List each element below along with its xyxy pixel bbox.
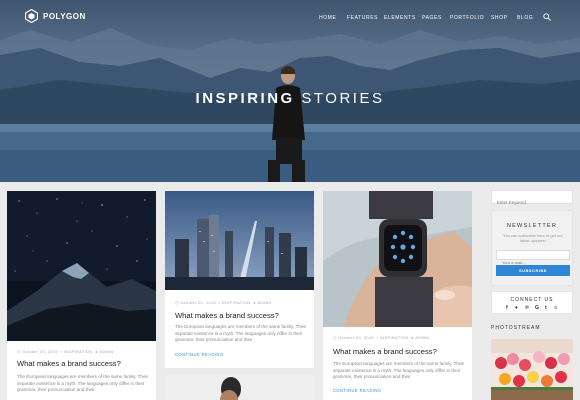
post-excerpt: The European languages are members of th… (333, 361, 465, 380)
keyword-search-input[interactable] (492, 196, 572, 209)
nav-shop[interactable]: SHOP (491, 15, 508, 21)
nav-pages[interactable]: PAGES (422, 15, 442, 21)
post-author[interactable]: ADMIN (415, 335, 429, 340)
calendar-icon: ◷ (17, 349, 21, 354)
nav-portfolio[interactable]: PORTFOLIO (450, 15, 484, 21)
post-meta: ◷ October 20, 2015 ▪ INSPIRATION ● ADMIN (333, 335, 430, 340)
folder-icon: ▪ (218, 300, 221, 305)
post-card (165, 375, 314, 400)
post-image-city-skyline[interactable] (165, 191, 314, 290)
calendar-icon: ◷ (175, 300, 179, 305)
nav-features[interactable]: FEATURES (347, 15, 378, 21)
post-author[interactable]: ADMIN (257, 300, 271, 305)
folder-icon: ▪ (60, 349, 63, 354)
post-meta: ◷ October 20, 2015 ▪ INSPIRATION ● ADMIN (17, 349, 114, 354)
subscribe-button[interactable]: SUBSCRIBE (496, 265, 570, 276)
post-image-night-sky[interactable] (7, 191, 156, 341)
newsletter-title: NEWSLETTER (506, 223, 558, 229)
post-excerpt: The European languages are members of th… (17, 374, 149, 393)
post-title[interactable]: What makes a brand success? (333, 347, 437, 356)
post-date: October 20, 2015 (22, 349, 58, 354)
top-navigation-bar: POLYGON HOME FEATURES ELEMENTS PAGES POR… (0, 0, 580, 34)
hero-title-bold: INSPIRING (195, 90, 295, 107)
post-date: October 20, 2015 (180, 300, 216, 305)
google-plus-icon[interactable]: G (535, 305, 539, 311)
user-icon: ● (411, 335, 415, 340)
social-icons: f ♦ ℗ G t ≡ (506, 305, 560, 311)
twitter-icon[interactable]: ♦ (515, 305, 518, 311)
tumblr-icon[interactable]: t (545, 305, 547, 311)
post-meta: ◷ October 20, 2015 ▪ INSPIRATION ● ADMIN (175, 300, 272, 305)
post-category[interactable]: INSPIRATION (380, 335, 409, 340)
nav-home[interactable]: HOME (319, 15, 336, 21)
hero-title-rest: STORIES (294, 90, 385, 107)
post-category[interactable]: INSPIRATION (222, 300, 251, 305)
newsletter-text: You can subscribe here to get our latest… (503, 233, 563, 244)
rss-icon[interactable]: ≡ (554, 305, 557, 311)
sidebar-search (491, 190, 573, 209)
search-icon[interactable] (543, 13, 551, 21)
connect-us-title: CONNECT US (510, 297, 554, 303)
user-icon: ● (253, 300, 257, 305)
newsletter-email-wrapper (496, 250, 570, 267)
hero-title: INSPIRING STORIES (0, 90, 580, 107)
post-category[interactable]: INSPIRATION (64, 349, 93, 354)
pinterest-icon[interactable]: ℗ (525, 305, 529, 311)
nav-elements[interactable]: ELEMENTS (384, 15, 416, 21)
post-image-smartwatch[interactable] (323, 191, 472, 327)
post-card: ◷ October 20, 2015 ▪ INSPIRATION ● ADMIN… (165, 191, 314, 368)
facebook-icon[interactable]: f (506, 305, 508, 311)
newsletter-widget: NEWSLETTER You can subscribe here to get… (491, 210, 573, 286)
calendar-icon: ◷ (333, 335, 337, 340)
post-excerpt: The European languages are members of th… (175, 324, 307, 343)
post-card: ◷ October 20, 2015 ▪ INSPIRATION ● ADMIN… (7, 191, 156, 400)
post-date: October 20, 2015 (338, 335, 374, 340)
nav-blog[interactable]: BLOG (517, 15, 533, 21)
user-icon: ● (95, 349, 99, 354)
post-author[interactable]: ADMIN (99, 349, 113, 354)
continue-reading-link[interactable]: CONTINUE READING (175, 352, 224, 357)
main-nav: HOME FEATURES ELEMENTS PAGES PORTFOLIO S… (0, 15, 580, 23)
photostream-image[interactable] (491, 339, 573, 400)
post-card: ◷ October 20, 2015 ▪ INSPIRATION ● ADMIN… (323, 191, 472, 400)
post-title[interactable]: What makes a brand success? (17, 359, 121, 368)
folder-icon: ▪ (376, 335, 379, 340)
continue-reading-link[interactable]: CONTINUE READING (333, 388, 382, 393)
photostream-title: PHOTOSTREAM (491, 325, 541, 331)
hero-banner: POLYGON HOME FEATURES ELEMENTS PAGES POR… (0, 0, 580, 182)
post-image-portrait[interactable] (165, 375, 314, 400)
connect-us-widget: CONNECT US f ♦ ℗ G t ≡ (491, 291, 573, 314)
post-title[interactable]: What makes a brand success? (175, 311, 279, 320)
